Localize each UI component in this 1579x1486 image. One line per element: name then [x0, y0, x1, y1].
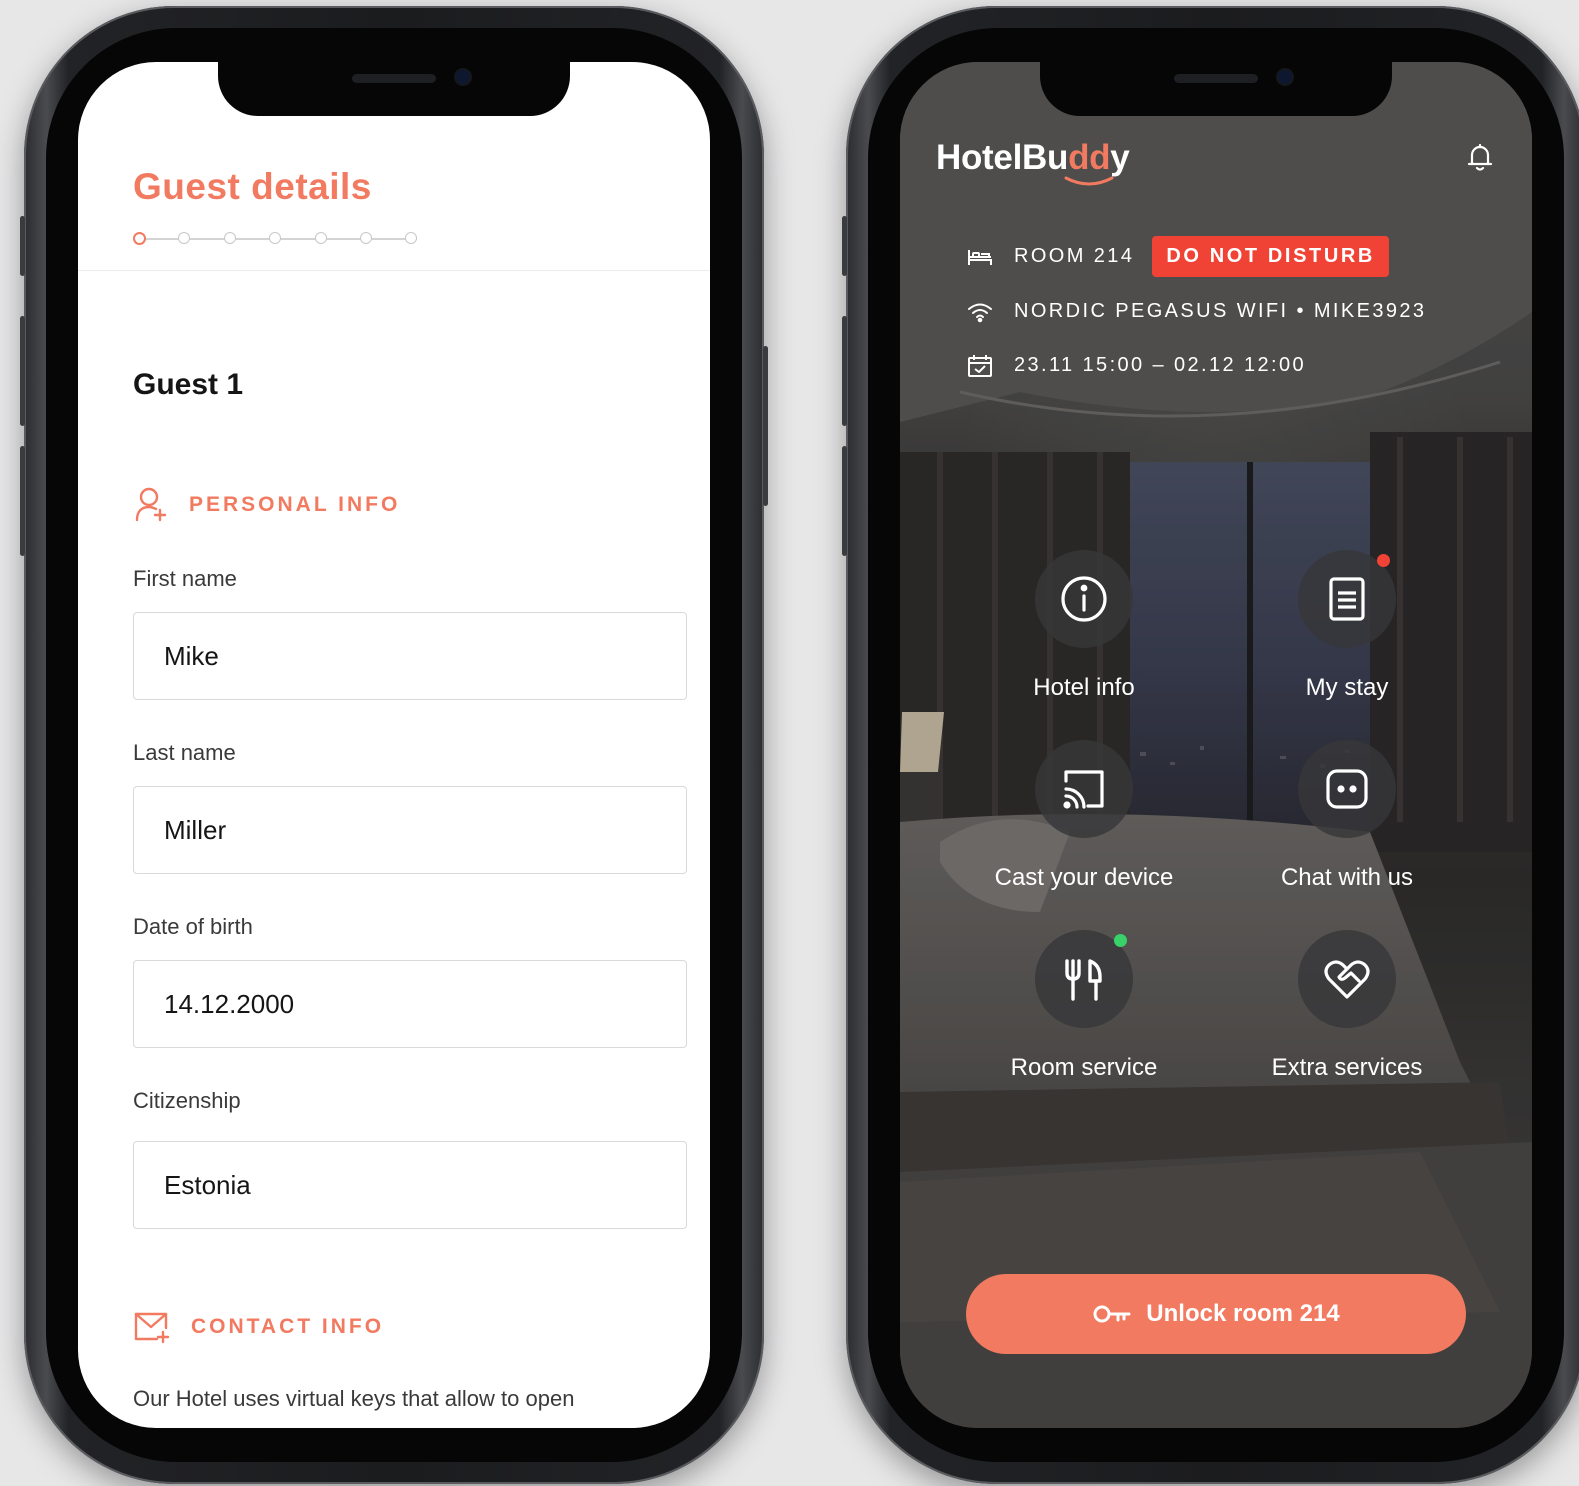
step-dot[interactable] [315, 232, 327, 244]
tile-label: Hotel info [1033, 674, 1135, 701]
citizenship-label: Citizenship [133, 1088, 241, 1113]
heart-handshake-icon [1324, 960, 1370, 999]
calendar-icon [968, 354, 992, 377]
hotelbuddy-logo: HotelBuddy [936, 138, 1130, 186]
online-status-dot [1114, 934, 1127, 947]
wifi-row: NORDIC PEGASUS WIFI • MIKE3923 [966, 300, 1426, 323]
stay-dates: 23.11 15:00 – 02.12 12:00 [1014, 354, 1307, 376]
do-not-disturb-badge[interactable]: DO NOT DISTURB [1152, 236, 1389, 277]
virtual-keys-note: Our Hotel uses virtual keys that allow t… [133, 1386, 575, 1411]
chat-icon [1326, 769, 1368, 809]
cutlery-icon [1065, 959, 1102, 1001]
last-name-label: Last name [133, 740, 236, 765]
info-icon [1061, 576, 1107, 622]
divider [78, 270, 710, 271]
dates-row: 23.11 15:00 – 02.12 12:00 [966, 354, 1306, 377]
tile-label: Room service [1010, 1054, 1158, 1081]
guest-details-screen: Guest details Guest 1 PERSONAL INFO Firs… [78, 62, 710, 1428]
chat-tile[interactable]: Chat with us [1227, 740, 1467, 892]
tile-label: Chat with us [1280, 864, 1414, 891]
date-of-birth-label: Date of birth [133, 914, 253, 939]
notch [1040, 62, 1392, 116]
room-service-tile[interactable]: Room service [964, 930, 1204, 1082]
extra-services-tile[interactable]: Extra services [1227, 930, 1467, 1082]
cast-icon [1063, 770, 1104, 809]
step-dot[interactable] [405, 232, 417, 244]
section-label: PERSONAL INFO [189, 493, 401, 516]
step-dot[interactable] [178, 232, 190, 244]
page-title: Guest details [133, 166, 372, 207]
guest-heading: Guest 1 [133, 368, 244, 401]
first-name-label: First name [133, 566, 237, 591]
hotel-info-tile[interactable]: Hotel info [964, 550, 1204, 702]
tile-label: Extra services [1271, 1054, 1423, 1081]
notification-dot [1377, 554, 1390, 567]
step-dot[interactable] [224, 232, 236, 244]
key-icon [1093, 1305, 1131, 1323]
hotel-home-screen: HotelBuddy ROOM 214 DO NOT DISTURB NORDI… [900, 62, 1532, 1428]
notch [218, 62, 570, 116]
tile-label: Cast your device [994, 864, 1174, 891]
phone-left: Guest details Guest 1 PERSONAL INFO Firs… [20, 6, 768, 1484]
tile-label: My stay [1305, 674, 1389, 701]
step-dot[interactable] [269, 232, 281, 244]
section-label: CONTACT INFO [191, 1315, 385, 1338]
progress-stepper [133, 232, 433, 246]
cast-device-tile[interactable]: Cast your device [964, 740, 1204, 892]
first-name-field[interactable]: Mike [133, 612, 687, 700]
unlock-label: Unlock room 214 [1146, 1300, 1340, 1327]
phone-right: HotelBuddy ROOM 214 DO NOT DISTURB NORDI… [842, 6, 1579, 1484]
bell-icon[interactable] [1466, 142, 1494, 172]
citizenship-field[interactable]: Estonia [133, 1141, 687, 1229]
my-stay-tile[interactable]: My stay [1227, 550, 1467, 702]
document-icon [1329, 577, 1365, 621]
unlock-room-button[interactable]: Unlock room 214 [966, 1274, 1466, 1354]
step-dot[interactable] [360, 232, 372, 244]
bed-icon [968, 249, 992, 265]
contact-info-heading: CONTACT INFO [133, 1310, 384, 1344]
wifi-credentials: NORDIC PEGASUS WIFI • MIKE3923 [1014, 300, 1427, 322]
mail-add-icon [134, 1312, 170, 1344]
wifi-icon [968, 303, 992, 322]
date-of-birth-field[interactable]: 14.12.2000 [133, 960, 687, 1048]
last-name-field[interactable]: Miller [133, 786, 687, 874]
room-number: ROOM 214 [1014, 245, 1135, 267]
step-dot-active[interactable] [133, 232, 146, 245]
personal-info-heading: PERSONAL INFO [133, 486, 400, 524]
room-row: ROOM 214 DO NOT DISTURB [966, 236, 1389, 277]
add-user-icon [135, 487, 167, 522]
